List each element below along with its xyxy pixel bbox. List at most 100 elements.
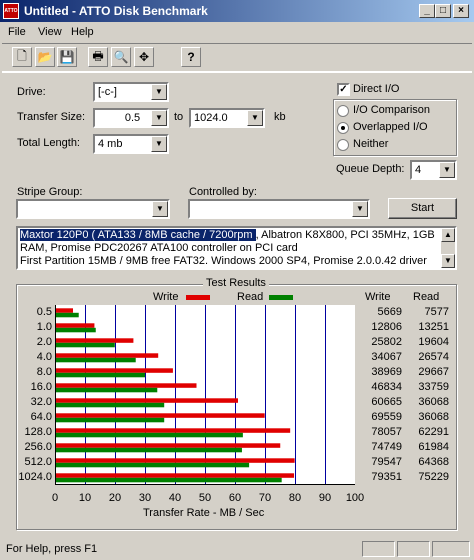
controlled-by-select[interactable]	[188, 199, 370, 219]
status-panel-2	[397, 541, 430, 557]
minimize-button[interactable]: _	[419, 4, 435, 18]
read-value: 13251	[418, 320, 449, 333]
read-bar	[56, 327, 96, 333]
overlapped-io-label: Overlapped I/O	[353, 121, 428, 133]
scroll-up-arrow-icon[interactable]: ▲	[441, 228, 455, 242]
save-icon: 💾	[59, 50, 75, 64]
transfer-to-dropdown-arrow-icon[interactable]: ▼	[247, 110, 263, 126]
write-bar	[56, 398, 238, 403]
menu-file[interactable]: File	[8, 26, 26, 38]
print-button[interactable]: 🖶	[88, 47, 108, 67]
transfer-from-dropdown-arrow-icon[interactable]: ▼	[151, 110, 167, 126]
x-tick-label: 90	[318, 492, 332, 504]
read-value: 33759	[418, 380, 449, 393]
write-value: 12806	[371, 320, 402, 333]
x-tick-label: 100	[345, 492, 365, 504]
kb-label: kb	[274, 111, 286, 123]
category-label: 1.0	[36, 320, 52, 333]
io-comparison-label: I/O Comparison	[353, 104, 431, 116]
read-value: 19604	[418, 335, 449, 348]
overlapped-io-radio[interactable]	[337, 122, 349, 134]
write-value: 5669	[377, 305, 402, 318]
direct-io-checkbox[interactable]: ✓	[337, 83, 350, 96]
controlled-by-label: Controlled by:	[189, 186, 257, 198]
move-icon: ✥	[138, 50, 150, 64]
read-value: 75229	[418, 470, 449, 483]
category-label: 2.0	[36, 335, 52, 348]
menu-view[interactable]: View	[38, 26, 62, 38]
description-scrollbar[interactable]: ▲ ▼	[441, 228, 455, 268]
save-button[interactable]: 💾	[57, 47, 77, 67]
io-comparison-radio[interactable]	[337, 105, 349, 117]
queue-depth-label: Queue Depth:	[336, 163, 405, 175]
new-icon: 🗋	[17, 48, 27, 63]
category-label: 1024.0	[18, 470, 52, 483]
x-axis-label: Transfer Rate - MB / Sec	[143, 507, 265, 519]
read-legend-label: Read	[237, 291, 264, 303]
write-column-header: Write	[365, 291, 391, 303]
close-button[interactable]: ×	[453, 4, 469, 18]
write-value: 78057	[371, 425, 402, 438]
neither-label: Neither	[353, 138, 389, 150]
read-bar	[56, 357, 136, 363]
read-bar	[56, 402, 165, 408]
scroll-down-arrow-icon[interactable]: ▼	[441, 254, 455, 268]
open-icon: 📂	[37, 50, 53, 64]
print-preview-button[interactable]: 🔍	[111, 47, 131, 67]
category-label: 8.0	[36, 365, 52, 378]
move-button[interactable]: ✥	[134, 47, 154, 67]
read-legend-swatch	[269, 295, 293, 300]
stripe-group-select[interactable]	[16, 199, 170, 219]
read-bar	[56, 432, 243, 438]
category-label: 32.0	[30, 395, 52, 408]
transfer-rate-chart	[55, 305, 355, 485]
description-textbox[interactable]: Maxtor 120P0 ( ATA133 / 8MB cache / 7200…	[16, 226, 457, 270]
start-button[interactable]: Start	[388, 198, 457, 219]
print-icon: 🖶	[92, 48, 104, 63]
write-value: 46834	[371, 380, 402, 393]
x-tick-label: 20	[108, 492, 122, 504]
controlled-dropdown-arrow-icon[interactable]: ▼	[352, 201, 368, 217]
x-tick-label: 70	[258, 492, 272, 504]
length-dropdown-arrow-icon[interactable]: ▼	[151, 136, 167, 152]
write-bar	[56, 353, 159, 358]
read-value: 61984	[418, 440, 449, 453]
write-legend-label: Write	[153, 291, 179, 303]
drive-dropdown-arrow-icon[interactable]: ▼	[151, 84, 167, 100]
read-bar	[56, 342, 115, 348]
write-bar	[56, 338, 134, 343]
read-value: 36068	[418, 410, 449, 423]
stripe-dropdown-arrow-icon[interactable]: ▼	[152, 201, 168, 217]
total-length-label: Total Length:	[17, 137, 80, 149]
open-button[interactable]: 📂	[35, 47, 55, 67]
to-label: to	[174, 111, 184, 123]
description-line2: RAM, Promise PDC20267 ATA100 controller …	[20, 242, 298, 254]
write-value: 79351	[371, 470, 402, 483]
app-icon[interactable]: ATTO	[3, 3, 19, 19]
category-label: 0.5	[36, 305, 52, 318]
write-value: 69559	[371, 410, 402, 423]
status-panel-1	[362, 541, 395, 557]
context-help-button[interactable]: ?	[181, 47, 201, 67]
write-bar	[56, 458, 295, 463]
write-bar	[56, 443, 281, 448]
write-bar	[56, 323, 95, 328]
read-bar	[56, 312, 79, 318]
x-tick-label: 40	[168, 492, 182, 504]
write-value: 34067	[371, 350, 402, 363]
write-bar	[56, 308, 74, 313]
write-bar	[56, 428, 291, 433]
x-tick-label: 80	[288, 492, 302, 504]
category-label: 64.0	[30, 410, 52, 423]
read-value: 36068	[418, 395, 449, 408]
description-line3: First Partition 15MB / 9MB free FAT32. W…	[20, 255, 427, 267]
drive-label: Drive:	[17, 86, 46, 98]
neither-radio[interactable]	[337, 139, 349, 151]
menu-help[interactable]: Help	[71, 26, 94, 38]
maximize-button[interactable]: □	[435, 4, 451, 18]
test-results-title: Test Results	[203, 277, 269, 289]
write-value: 79547	[371, 455, 402, 468]
x-tick-label: 30	[138, 492, 152, 504]
new-button[interactable]: 🗋	[12, 47, 32, 67]
queue-dropdown-arrow-icon[interactable]: ▼	[439, 162, 455, 178]
